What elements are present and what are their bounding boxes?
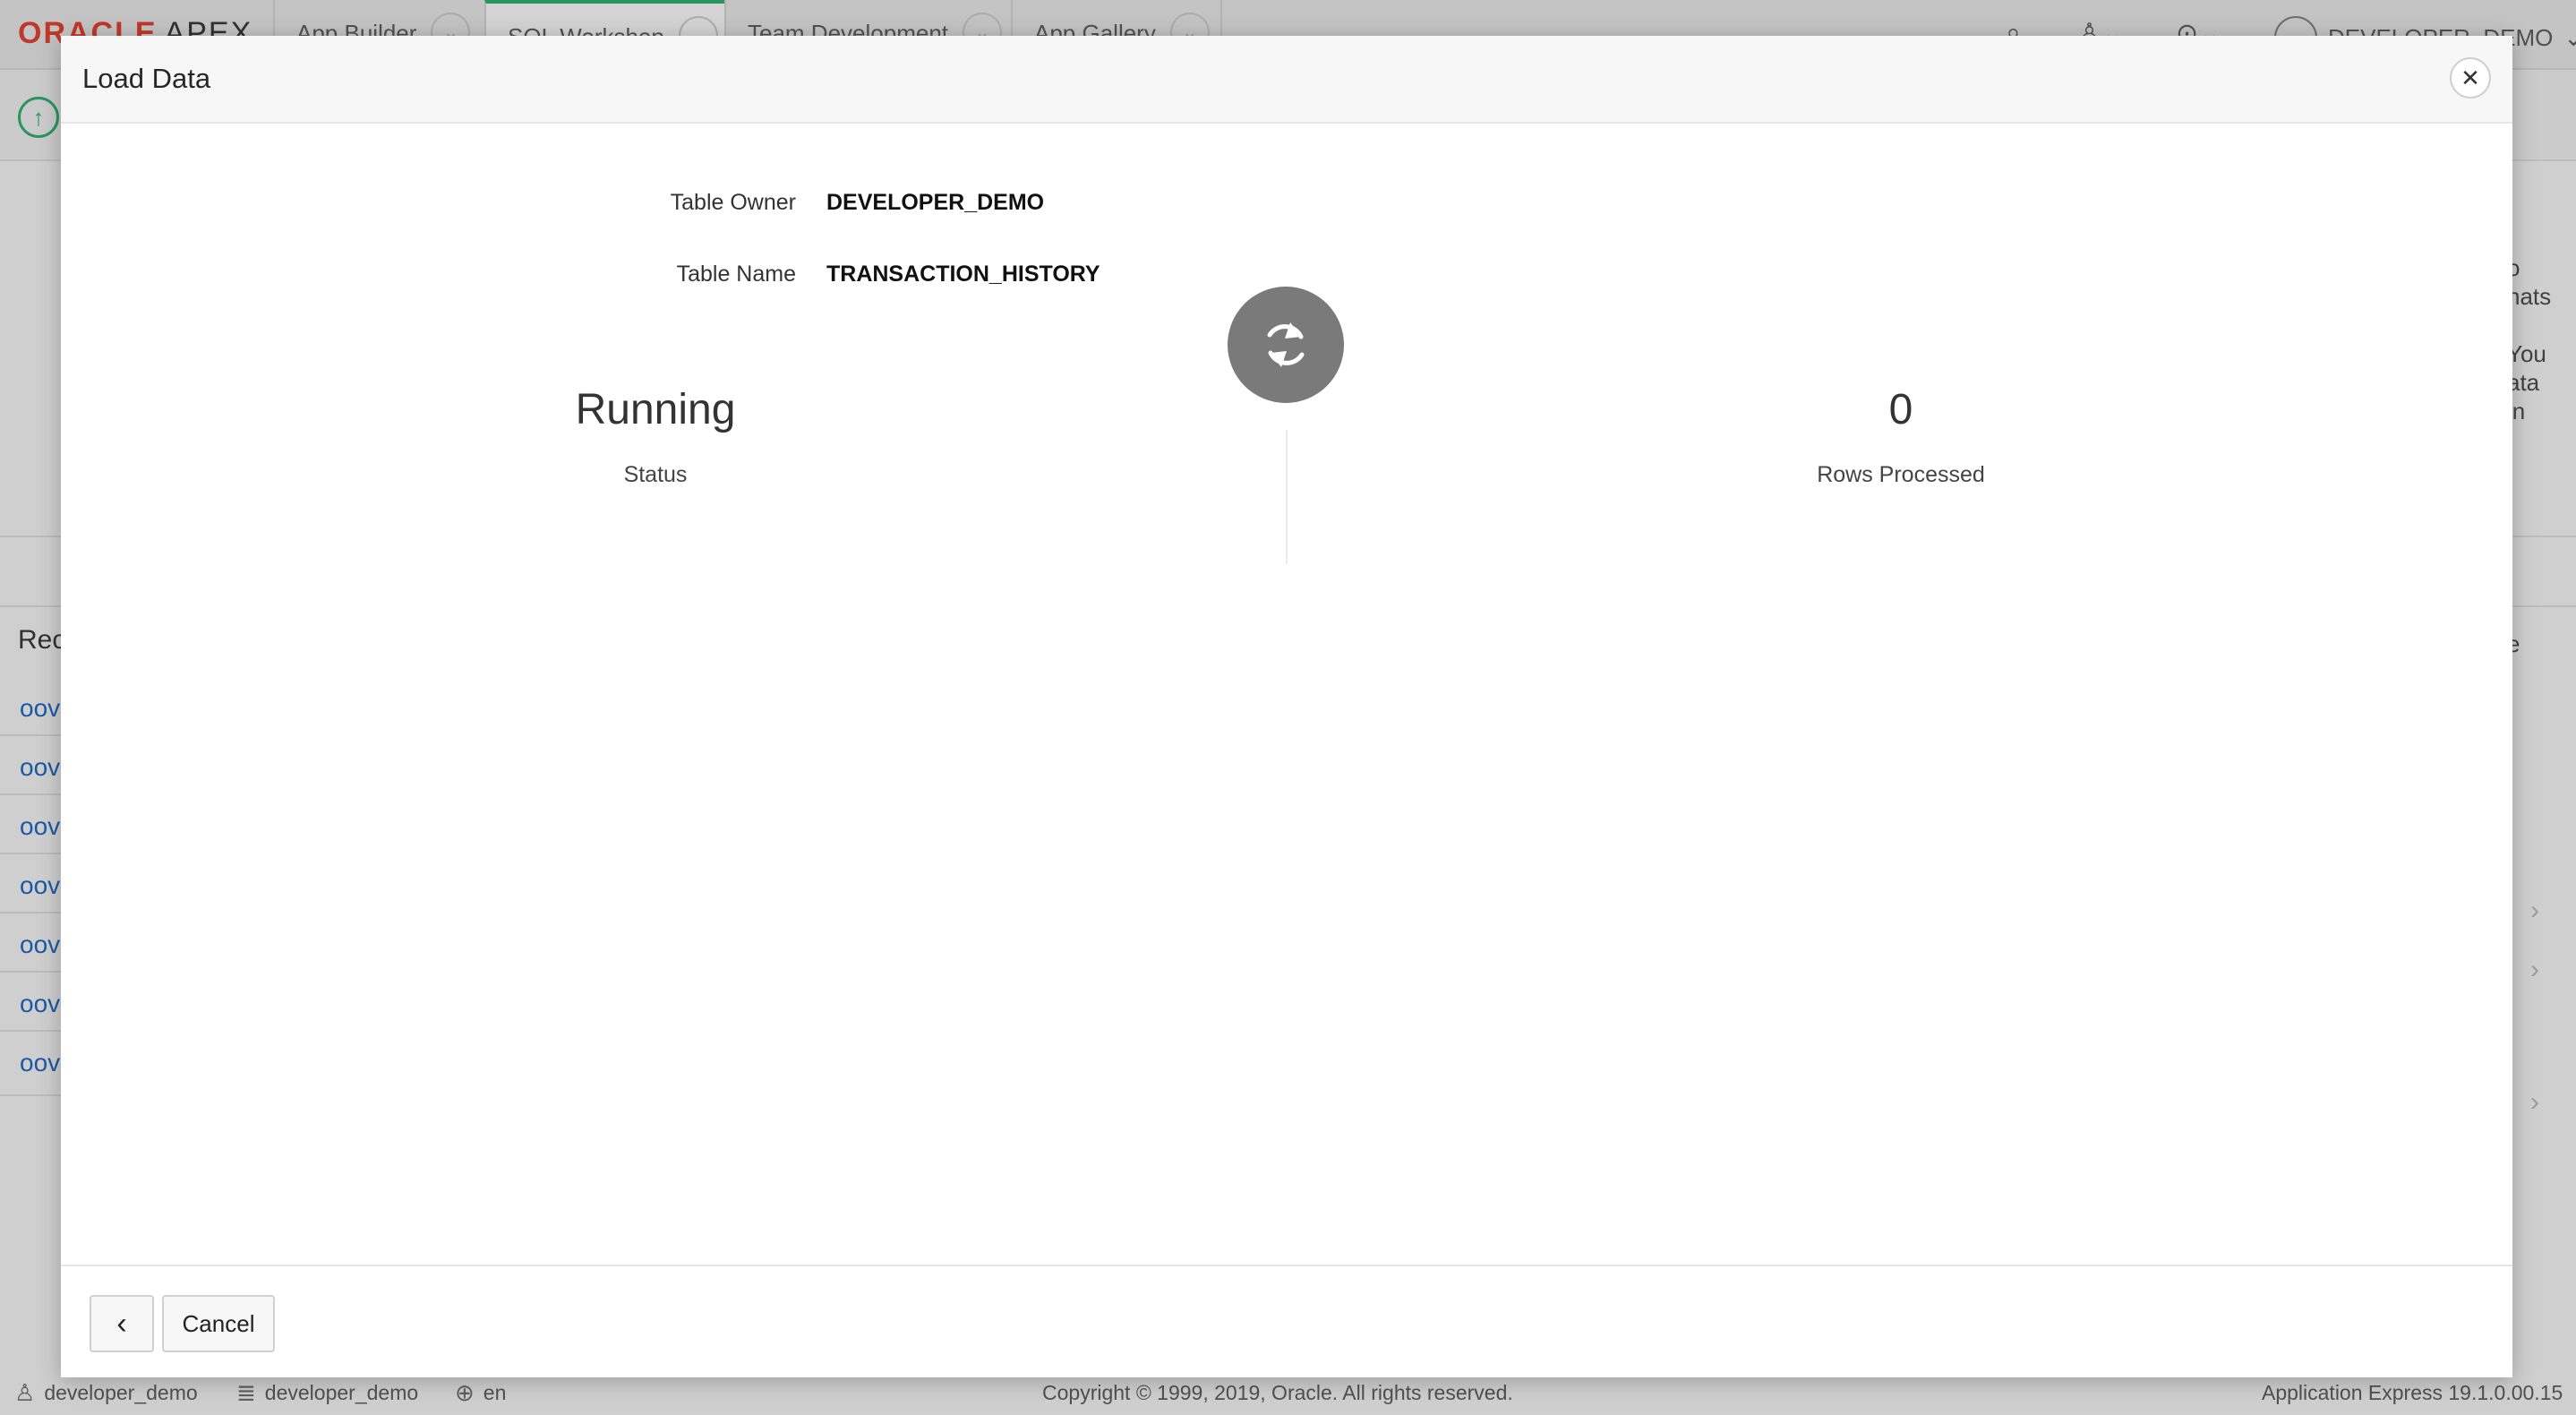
metric-divider — [1286, 430, 1288, 564]
dialog-footer: ‹ Cancel — [61, 1265, 2512, 1377]
table-owner-row: Table Owner DEVELOPER_DEMO — [61, 190, 2512, 226]
cancel-button[interactable]: Cancel — [162, 1295, 275, 1352]
load-data-dialog: Load Data ✕ Table Owner DEVELOPER_DEMO T… — [61, 36, 2512, 1377]
rows-processed-metric: 0 Rows Processed — [1596, 385, 2205, 488]
chevron-left-icon: ‹ — [116, 1306, 127, 1341]
table-name-value: TRANSACTION_HISTORY — [826, 262, 1100, 287]
close-button[interactable]: ✕ — [2450, 57, 2491, 99]
table-name-label: Table Name — [676, 262, 796, 287]
refresh-icon — [1228, 287, 1344, 403]
table-owner-label: Table Owner — [670, 190, 796, 215]
table-owner-value: DEVELOPER_DEMO — [826, 190, 1045, 215]
dialog-title: Load Data — [82, 63, 211, 94]
refresh-icon-svg — [1267, 322, 1305, 367]
status-metric: Running Status — [351, 385, 960, 488]
rows-processed-label: Rows Processed — [1817, 462, 1985, 487]
dialog-header: Load Data ✕ — [61, 36, 2512, 124]
back-button[interactable]: ‹ — [90, 1295, 154, 1352]
status-label: Status — [623, 462, 688, 487]
close-icon: ✕ — [2460, 64, 2480, 91]
rows-processed-value: 0 — [1888, 386, 1913, 433]
status-value: Running — [575, 386, 736, 433]
